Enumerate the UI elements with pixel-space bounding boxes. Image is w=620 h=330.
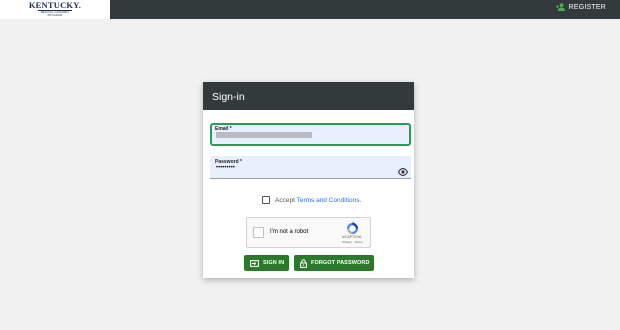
register-label: REGISTER (568, 3, 606, 11)
recaptcha-checkbox[interactable] (253, 227, 264, 238)
terms-prefix: Accept (275, 196, 295, 204)
signin-card-header: Sign-in (203, 82, 414, 110)
email-value-redacted (216, 132, 312, 138)
terms-row: Accept Terms and Conditions. (262, 196, 361, 204)
terms-text: Accept Terms and Conditions. (275, 197, 361, 204)
login-icon (250, 259, 259, 267)
recaptcha-widget: I'm not a robot reCAPTCHA Privacy - Term… (246, 217, 371, 248)
password-value: ••••••••• (216, 165, 235, 171)
terms-checkbox[interactable] (262, 196, 270, 204)
forgot-password-button[interactable]: FORGOT PASSWORD (294, 255, 374, 271)
person-add-icon (555, 3, 566, 11)
eye-icon[interactable] (397, 163, 409, 181)
logo-title: KENTUCKY. (28, 0, 82, 10)
top-navbar: KENTUCKY. MEDICAL CANNABIS PROGRAM REGIS… (0, 0, 620, 19)
terms-link[interactable]: Terms and Conditions (297, 197, 360, 204)
signin-title: Sign-in (212, 91, 245, 103)
lock-icon (300, 258, 307, 268)
recaptcha-label: I'm not a robot (270, 229, 309, 235)
terms-suffix: . (359, 196, 362, 204)
recaptcha-brand: reCAPTCHA (342, 235, 362, 239)
signin-card: Sign-in Email * Password * ••••••••• Acc… (203, 82, 414, 278)
register-link[interactable]: REGISTER (555, 3, 606, 11)
sign-in-button[interactable]: SIGN IN (244, 255, 289, 271)
password-field[interactable]: Password * ••••••••• (210, 156, 411, 179)
recaptcha-privacy-terms[interactable]: Privacy - Terms (342, 240, 363, 244)
email-field[interactable]: Email * (210, 123, 411, 146)
forgot-password-label: FORGOT PASSWORD (311, 260, 370, 266)
logo-subtitle-2: PROGRAM (47, 14, 63, 17)
kentucky-mcp-logo[interactable]: KENTUCKY. MEDICAL CANNABIS PROGRAM (0, 0, 110, 19)
sign-in-label: SIGN IN (263, 260, 285, 266)
